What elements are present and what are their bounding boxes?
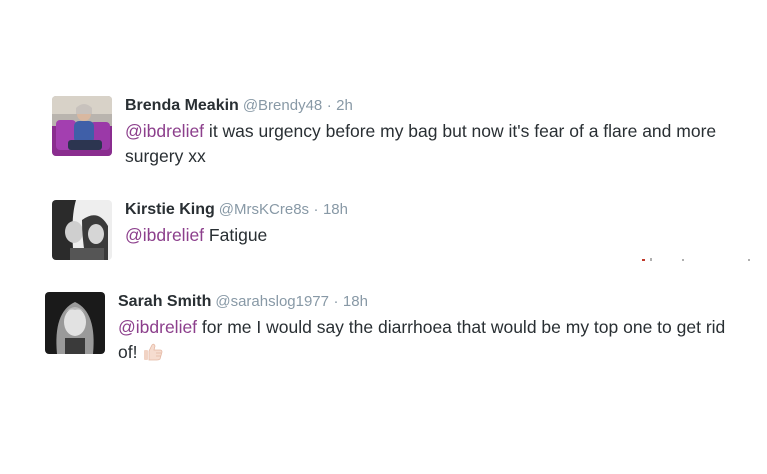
tweet-text-line2: of! (118, 342, 138, 362)
timestamp[interactable]: 2h (336, 97, 353, 114)
separator: · (333, 293, 339, 310)
avatar-photo-icon (52, 200, 112, 260)
tweet-header: Kirstie King @MrsKCre8s · 18h (125, 200, 765, 220)
tweet-text: @ibdrelief Fatigue (125, 223, 765, 248)
thumbs-up-icon (144, 343, 163, 361)
separator: · (313, 201, 319, 218)
avatar[interactable] (52, 200, 112, 260)
tweet-text-line1: Fatigue (204, 225, 268, 245)
timestamp[interactable]: 18h (323, 201, 348, 218)
mention-link[interactable]: @ibdrelief (125, 121, 204, 141)
tweet-text: @ibdrelief it was urgency before my bag … (125, 119, 765, 169)
avatar-photo-icon (52, 96, 112, 156)
tweet-header: Sarah Smith @sarahslog1977 · 18h (118, 292, 758, 312)
user-name[interactable]: Sarah Smith (118, 293, 211, 310)
user-name[interactable]: Kirstie King (125, 201, 215, 218)
tweet-header: Brenda Meakin @Brendy48 · 2h (125, 96, 765, 116)
stray-marks (642, 258, 750, 261)
timestamp[interactable]: 18h (343, 293, 368, 310)
tweet-text-line1: for me I would say the diarrhoea that wo… (197, 317, 726, 337)
avatar[interactable] (52, 96, 112, 156)
separator: · (326, 97, 332, 114)
tweet-kirstie-king[interactable]: Kirstie King @MrsKCre8s · 18h @ibdrelief … (52, 200, 752, 262)
user-handle[interactable]: @Brendy48 (243, 97, 322, 114)
tweet-text-line2: surgery xx (125, 146, 206, 166)
user-handle[interactable]: @MrsKCre8s (219, 201, 309, 218)
user-handle[interactable]: @sarahslog1977 (215, 293, 329, 310)
avatar[interactable] (45, 292, 105, 354)
tweet-text-line1: it was urgency before my bag but now it'… (204, 121, 717, 141)
avatar-photo-icon (45, 292, 105, 354)
mention-link[interactable]: @ibdrelief (125, 225, 204, 245)
user-name[interactable]: Brenda Meakin (125, 97, 239, 114)
tweet-brenda-meakin[interactable]: Brenda Meakin @Brendy48 · 2h @ibdrelief i… (52, 96, 752, 166)
tweet-sarah-smith[interactable]: Sarah Smith @sarahslog1977 · 18h @ibdreli… (45, 292, 760, 362)
tweet-text: @ibdrelief for me I would say the diarrh… (118, 315, 758, 365)
mention-link[interactable]: @ibdrelief (118, 317, 197, 337)
